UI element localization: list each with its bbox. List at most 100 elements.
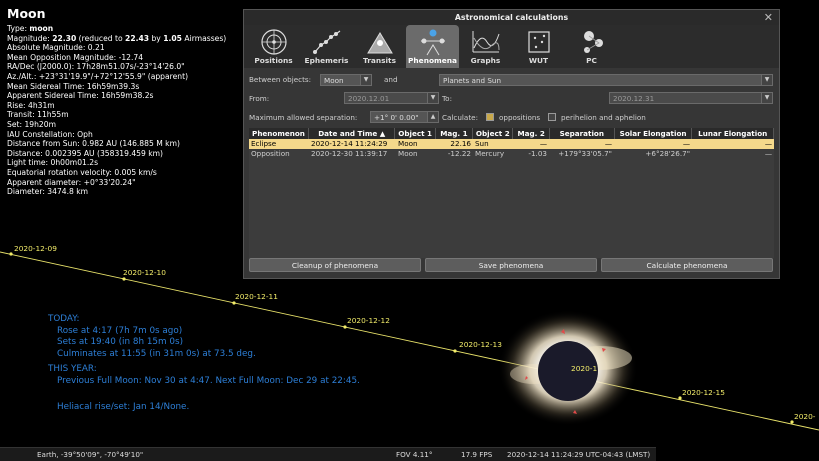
today-heading: TODAY: xyxy=(48,314,80,324)
chevron-down-icon: ▼ xyxy=(360,75,371,85)
info-line: Mean Sidereal Time: 16h59m39.3s xyxy=(7,81,140,91)
status-bar: Earth, -39°50'09", -70°49'10" FOV 4.11° … xyxy=(0,447,656,461)
phenomena-table[interactable]: Phenomenon Date and Time ▲ Object 1 Mag.… xyxy=(249,128,774,258)
perihelion-checkbox[interactable] xyxy=(548,113,556,121)
pc-icon xyxy=(583,31,603,53)
tab-transits[interactable]: Transits xyxy=(353,25,406,68)
object-magnitude: Magnitude: 22.30 (reduced to 22.43 by 1.… xyxy=(7,33,227,43)
from-date-field[interactable]: 2020.12.01 ▼ xyxy=(344,92,439,104)
perihelion-label: perihelion and aphelion xyxy=(561,113,646,122)
object1-select[interactable]: Moon ▼ xyxy=(320,74,372,86)
full-moon-info: Previous Full Moon: Nov 30 at 4:47. Next… xyxy=(57,375,360,386)
info-line: Diameter: 3474.8 km xyxy=(7,187,89,197)
tab-label: Graphs xyxy=(470,56,501,65)
calculate-label: Calculate: xyxy=(442,113,478,122)
max-separation-field[interactable]: +1° 0' 0.00" ▲ xyxy=(370,111,439,123)
info-line: Distance: 0.002395 AU (358319.459 km) xyxy=(7,148,164,158)
from-label: From: xyxy=(249,94,270,103)
oppositions-label: oppositions xyxy=(499,113,541,122)
column-header[interactable]: Separation xyxy=(550,128,615,139)
year-heading: THIS YEAR: xyxy=(48,364,97,375)
graphs-icon xyxy=(472,31,499,53)
tab-label: Ephemeris xyxy=(304,56,349,65)
to-date-field[interactable]: 2020.12.31 ▼ xyxy=(609,92,773,104)
tab-label: Positions xyxy=(254,56,293,65)
ecliptic-date-label: 2020-12-15 xyxy=(682,388,725,397)
calculate-phenomena-button[interactable]: Calculate phenomena xyxy=(601,258,773,272)
column-header[interactable]: Mag. 1 xyxy=(436,128,474,139)
between-objects-label: Between objects: xyxy=(249,75,312,84)
save-phenomena-button[interactable]: Save phenomena xyxy=(425,258,597,272)
info-line: Light time: 0h00m01.2s xyxy=(7,158,99,168)
info-line: Absolute Magnitude: 0.21 xyxy=(7,43,105,53)
column-header[interactable]: Date and Time ▲ xyxy=(309,128,396,139)
info-line: Set: 19h20m xyxy=(7,119,56,129)
tab-positions[interactable]: Positions xyxy=(247,25,300,68)
dialog-title: Astronomical calculations xyxy=(454,13,569,22)
tab-wut[interactable]: WUT xyxy=(512,25,565,68)
to-label: To: xyxy=(442,94,452,103)
object-name: Moon xyxy=(7,6,46,21)
ecliptic-date-label: 2020-1 xyxy=(571,364,598,373)
today-info-panel: TODAY: Rose at 4:17 (7h 7m 0s ago) Sets … xyxy=(48,314,360,413)
dialog-titlebar[interactable]: Astronomical calculations ✕ xyxy=(244,10,779,25)
ecliptic-date-label: 2020-12-13 xyxy=(459,340,502,349)
fov-readout: FOV 4.11° xyxy=(396,450,433,459)
column-header[interactable]: Solar Elongation xyxy=(615,128,693,139)
oppositions-checkbox[interactable] xyxy=(486,113,494,121)
positions-icon xyxy=(260,29,287,55)
culmination-info: Culminates at 11:55 (in 31m 0s) at 73.5 … xyxy=(57,348,256,359)
chevron-down-icon: ▼ xyxy=(427,93,438,103)
chevron-down-icon: ▼ xyxy=(761,93,772,103)
info-line: Mean Opposition Magnitude: -12.74 xyxy=(7,52,144,62)
column-header[interactable]: Object 1 xyxy=(395,128,436,139)
tab-label: PC xyxy=(586,56,597,65)
datetime-readout[interactable]: 2020-12-14 11:24:29 UTC-04:43 (LMST) xyxy=(507,448,650,461)
column-header[interactable]: Object 2 xyxy=(473,128,514,139)
chevron-down-icon: ▼ xyxy=(761,75,772,85)
table-header: Phenomenon Date and Time ▲ Object 1 Mag.… xyxy=(249,128,774,139)
object-type: Type: moon xyxy=(7,24,54,33)
info-line: Transit: 11h55m xyxy=(7,110,69,120)
ephemeris-icon xyxy=(312,30,340,54)
phenomena-icon xyxy=(420,29,445,56)
wut-icon xyxy=(527,31,550,53)
set-info: Sets at 19:40 (in 8h 15m 0s) xyxy=(57,337,183,348)
tab-label: WUT xyxy=(528,56,549,65)
tab-pc[interactable]: PC xyxy=(565,25,618,68)
ecliptic-date-label: 2020-12-09 xyxy=(14,244,57,253)
tab-bar: Positions Ephemeris Transits Phenomena G… xyxy=(244,25,779,68)
transits-icon xyxy=(366,32,393,54)
object2-select[interactable]: Planets and Sun ▼ xyxy=(439,74,773,86)
column-header[interactable]: Lunar Elongation xyxy=(692,128,774,139)
info-line: Az./Alt.: +23°31'19.9"/+72°12'55.9" (app… xyxy=(7,71,189,81)
info-line: Equatorial rotation velocity: 0.005 km/s xyxy=(7,167,157,177)
column-header[interactable]: Mag. 2 xyxy=(513,128,550,139)
tab-ephemeris[interactable]: Ephemeris xyxy=(300,25,353,68)
ecliptic-date-label: 2020-12-11 xyxy=(235,292,278,301)
and-label: and xyxy=(384,75,398,84)
close-icon[interactable]: ✕ xyxy=(764,10,773,25)
cleanup-phenomena-button[interactable]: Cleanup of phenomena xyxy=(249,258,421,272)
spinner-icon: ▲ xyxy=(427,112,438,122)
location-readout[interactable]: Earth, -39°50'09", -70°49'10" xyxy=(37,448,143,461)
object-info-panel: Moon Type: moon Magnitude: 22.30 (reduce… xyxy=(7,6,243,197)
info-line: Apparent diameter: +0°33'20.24" xyxy=(7,177,136,187)
tab-label: Transits xyxy=(363,56,396,65)
info-line: RA/Dec (J2000.0): 17h28m51.07s/-23°14'26… xyxy=(7,62,185,72)
fps-readout: 17.9 FPS xyxy=(461,450,493,459)
solar-eclipse[interactable] xyxy=(498,310,638,426)
tab-graphs[interactable]: Graphs xyxy=(459,25,512,68)
heliacal-info: Heliacal rise/set: Jan 14/None. xyxy=(57,401,190,412)
rise-info: Rose at 4:17 (7h 7m 0s ago) xyxy=(57,325,183,336)
tab-phenomena[interactable]: Phenomena xyxy=(406,25,459,68)
info-line: Apparent Sidereal Time: 16h59m38.2s xyxy=(7,91,154,101)
max-separation-label: Maximum allowed separation: xyxy=(249,113,358,122)
column-header[interactable]: Phenomenon xyxy=(249,128,309,139)
table-row[interactable]: Eclipse 2020-12-14 11:24:29 Moon 22.16 S… xyxy=(249,139,774,149)
astronomical-calculations-dialog: Astronomical calculations ✕ Positions Ep… xyxy=(243,9,780,279)
ecliptic-date-label: 2020- xyxy=(794,412,816,421)
info-line: Distance from Sun: 0.982 AU (146.885 M k… xyxy=(7,139,180,149)
table-row[interactable]: Opposition 2020-12-30 11:39:17 Moon -12.… xyxy=(249,149,774,159)
tab-label: Phenomena xyxy=(408,56,457,65)
